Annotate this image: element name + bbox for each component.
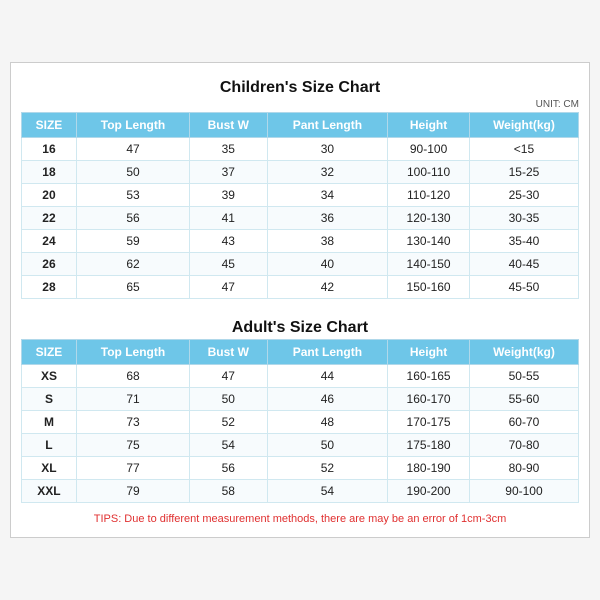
table-row: M735248170-17560-70 [22,411,579,434]
adult-title: Adult's Size Chart [21,313,579,339]
size-chart-container: Children's Size Chart UNIT: CM SIZE Top … [10,62,590,538]
children-header-row: SIZE Top Length Bust W Pant Length Heigh… [22,113,579,138]
col-header-height: Height [388,113,470,138]
table-row: XL775652180-19080-90 [22,457,579,480]
col-header-pant-length: Pant Length [267,113,388,138]
adult-col-header-size: SIZE [22,340,77,365]
table-row: 20533934110-12025-30 [22,184,579,207]
table-row: 22564136120-13030-35 [22,207,579,230]
table-row: XXL795854190-20090-100 [22,480,579,503]
adult-section: Adult's Size Chart SIZE Top Length Bust … [21,313,579,503]
adult-header-row: SIZE Top Length Bust W Pant Length Heigh… [22,340,579,365]
table-row: S715046160-17055-60 [22,388,579,411]
children-title: Children's Size Chart [21,73,579,99]
col-header-bust-w: Bust W [190,113,268,138]
children-section: Children's Size Chart UNIT: CM SIZE Top … [21,73,579,299]
table-row: 18503732100-11015-25 [22,161,579,184]
table-row: 26624540140-15040-45 [22,253,579,276]
adult-col-header-bust-w: Bust W [190,340,268,365]
adult-col-header-top-length: Top Length [76,340,189,365]
col-header-weight: Weight(kg) [469,113,578,138]
table-row: 24594338130-14035-40 [22,230,579,253]
children-table: SIZE Top Length Bust W Pant Length Heigh… [21,112,579,299]
adult-col-header-weight: Weight(kg) [469,340,578,365]
col-header-size: SIZE [22,113,77,138]
adult-table: SIZE Top Length Bust W Pant Length Heigh… [21,339,579,503]
table-row: L755450175-18070-80 [22,434,579,457]
tips-text: TIPS: Due to different measurement metho… [21,509,579,527]
adult-col-header-height: Height [388,340,470,365]
col-header-top-length: Top Length [76,113,189,138]
unit-label: UNIT: CM [21,99,579,110]
table-row: XS684744160-16550-55 [22,365,579,388]
adult-col-header-pant-length: Pant Length [267,340,388,365]
table-row: 1647353090-100<15 [22,138,579,161]
table-row: 28654742150-16045-50 [22,276,579,299]
